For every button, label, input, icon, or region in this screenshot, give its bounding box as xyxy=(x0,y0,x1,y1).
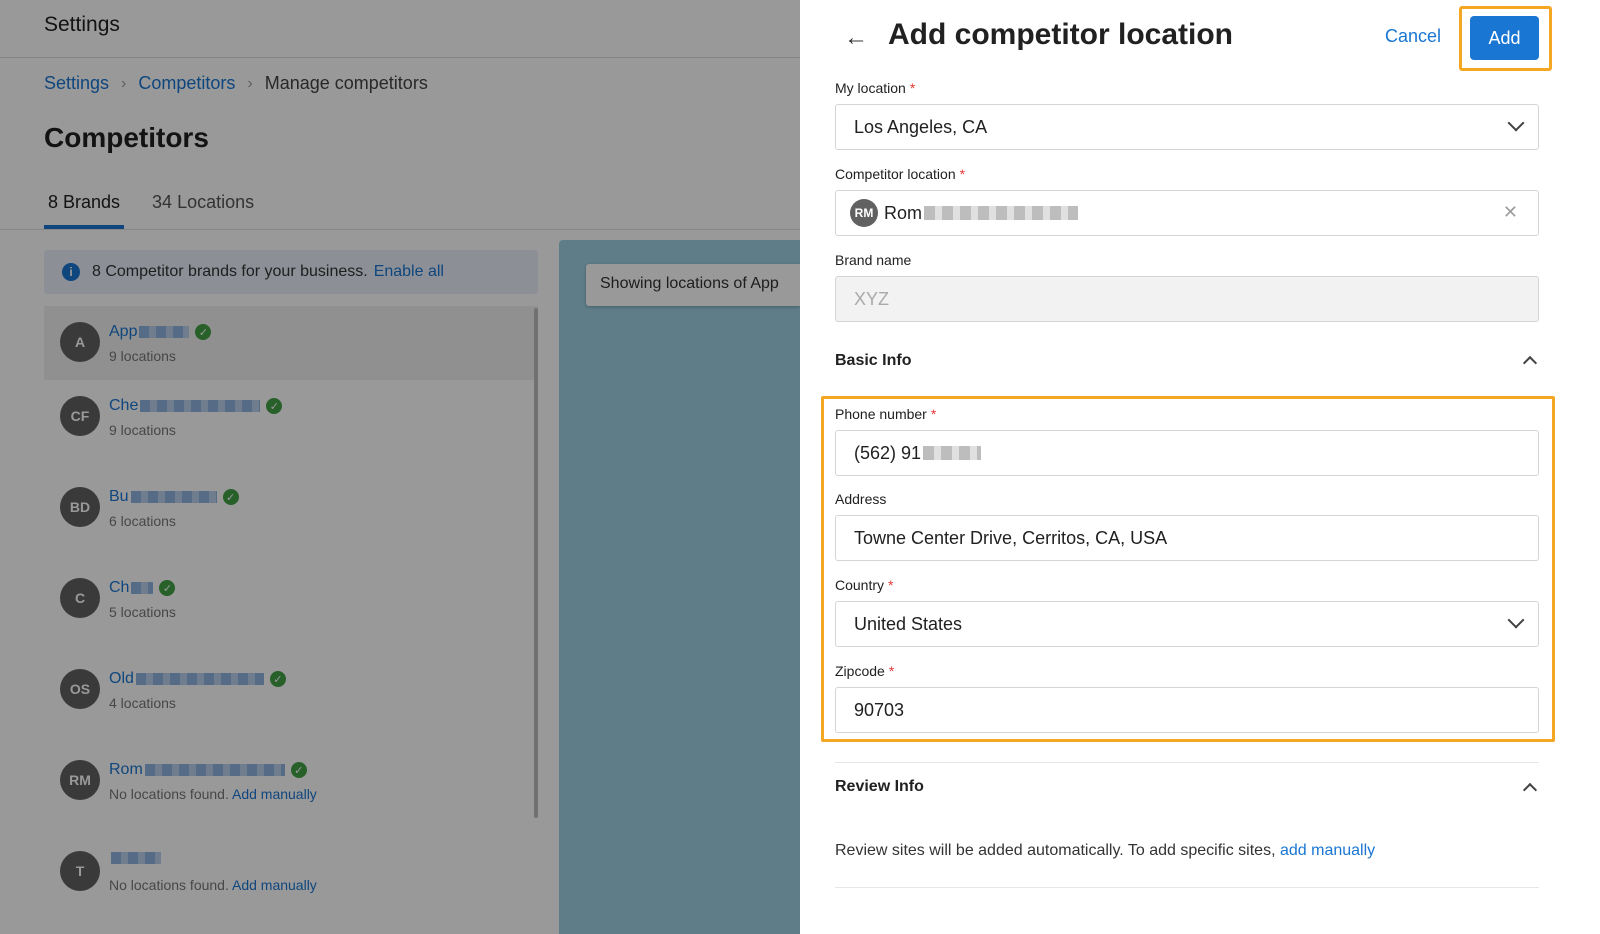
drawer-header: ← Add competitor location Cancel Add xyxy=(800,0,1600,74)
chevron-up-icon[interactable] xyxy=(1522,782,1538,798)
required-asterisk: * xyxy=(909,80,916,96)
required-asterisk: * xyxy=(959,166,966,182)
chevron-up-icon[interactable] xyxy=(1522,355,1538,371)
avatar: RM xyxy=(850,199,878,227)
brand-name-placeholder: XYZ xyxy=(854,288,890,309)
competitor-location-value: Rom xyxy=(884,202,923,223)
competitor-location-label: Competitor location * xyxy=(835,166,965,182)
section-divider xyxy=(835,762,1539,763)
my-location-label-text: My location xyxy=(835,80,906,96)
brand-name-field: XYZ xyxy=(835,276,1539,322)
modal-overlay[interactable] xyxy=(0,0,800,934)
competitor-location-label-text: Competitor location xyxy=(835,166,956,182)
cancel-button[interactable]: Cancel xyxy=(1385,26,1441,47)
my-location-select[interactable]: Los Angeles, CA xyxy=(835,104,1539,150)
my-location-label: My location * xyxy=(835,80,915,96)
back-arrow-icon[interactable]: ← xyxy=(844,24,868,52)
add-manually-link[interactable]: add manually xyxy=(1280,842,1375,859)
review-info-text: Review sites will be added automatically… xyxy=(835,842,1375,860)
chevron-down-icon xyxy=(1507,114,1525,132)
basic-info-highlight xyxy=(821,396,1555,742)
my-location-value: Los Angeles, CA xyxy=(854,116,988,137)
section-divider xyxy=(835,887,1539,888)
basic-info-header[interactable]: Basic Info xyxy=(835,352,911,370)
close-icon[interactable]: ✕ xyxy=(1503,202,1518,223)
competitor-location-input[interactable]: RM Rom ✕ xyxy=(835,190,1539,236)
add-button[interactable]: Add xyxy=(1470,16,1539,60)
brand-name-label: Brand name xyxy=(835,252,912,268)
drawer-title: Add competitor location xyxy=(888,18,1233,51)
redacted-text xyxy=(924,206,1079,220)
review-info-header[interactable]: Review Info xyxy=(835,778,924,796)
review-info-description: Review sites will be added automatically… xyxy=(835,842,1276,859)
